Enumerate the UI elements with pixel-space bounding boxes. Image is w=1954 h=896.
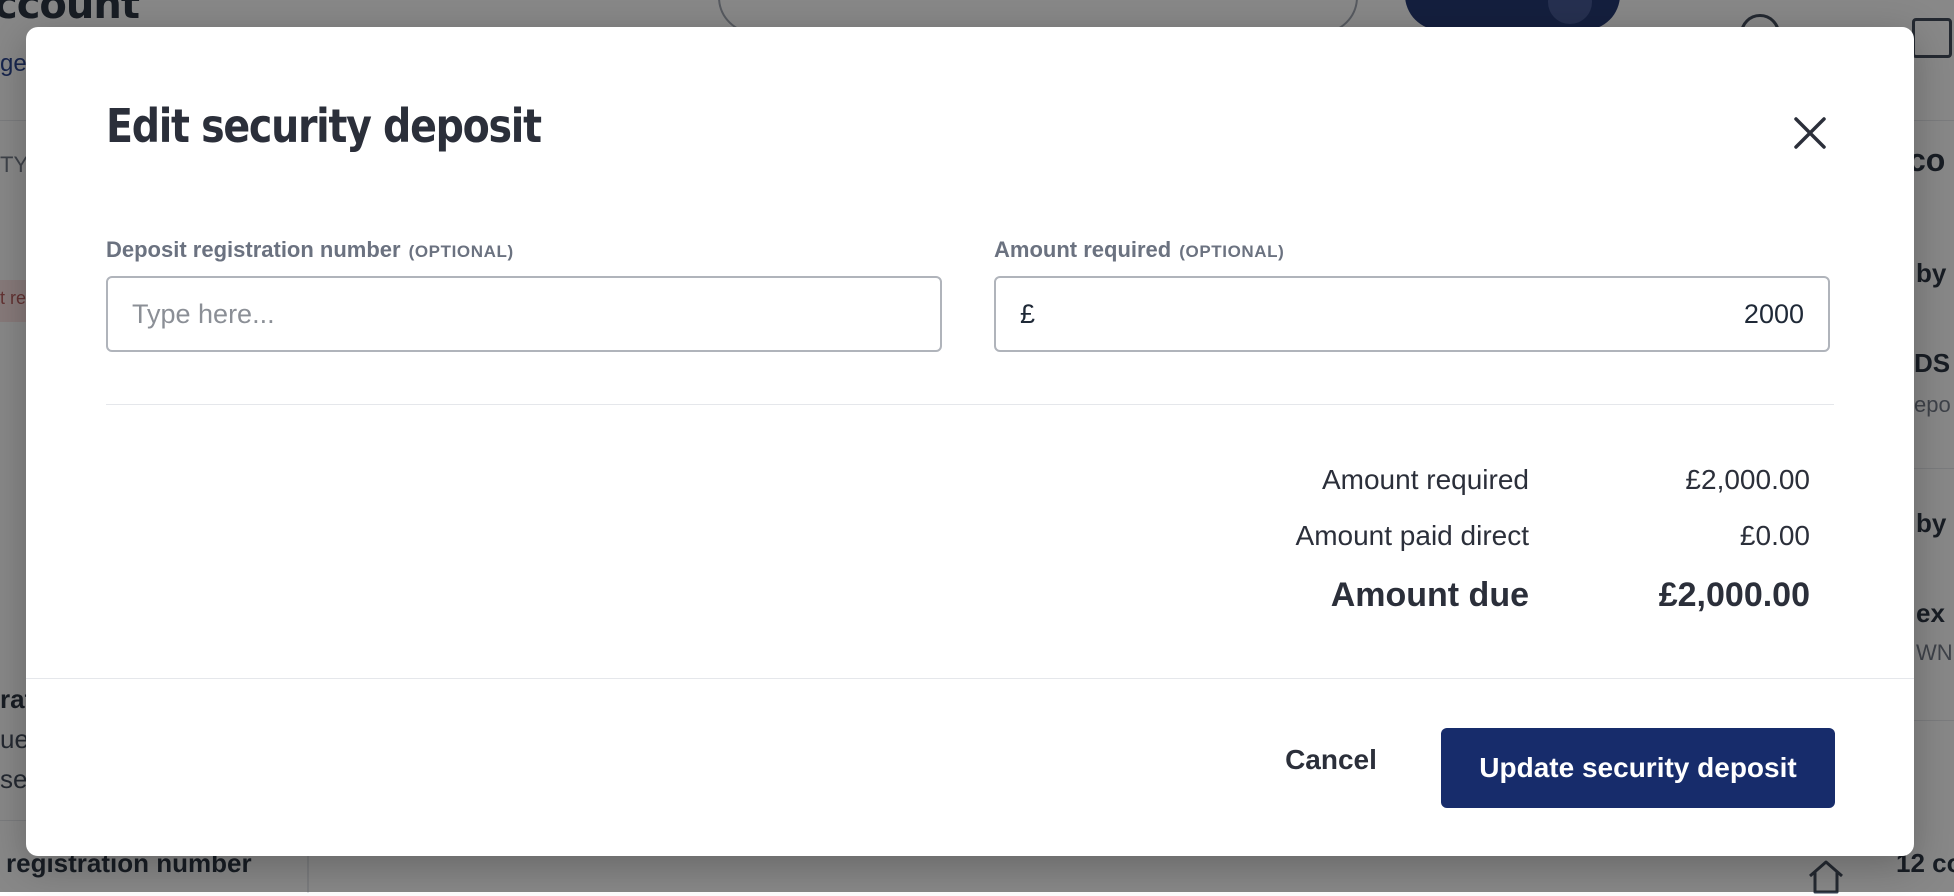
summary-required-label: Amount required — [1321, 464, 1529, 495]
amount-field-label: Amount required (OPTIONAL) — [994, 237, 1284, 263]
section-divider — [106, 404, 1834, 405]
modal-title: Edit security deposit — [106, 99, 542, 153]
edit-security-deposit-modal: Edit security deposit Deposit registrati… — [26, 27, 1914, 856]
summary-due-label: Amount due — [1330, 576, 1529, 614]
summary-required-value: £2,000.00 — [1685, 464, 1810, 495]
cancel-button[interactable]: Cancel — [1266, 727, 1396, 793]
optional-tag: (OPTIONAL) — [1179, 242, 1285, 261]
summary-paid-value: £0.00 — [1739, 520, 1810, 551]
summary-paid-label: Amount paid direct — [1295, 520, 1529, 551]
amount-input-wrapper: £ — [994, 276, 1830, 352]
update-security-deposit-button[interactable]: Update security deposit — [1441, 728, 1835, 808]
currency-symbol: £ — [1020, 299, 1036, 329]
registration-number-input[interactable] — [108, 278, 940, 350]
registration-field-label: Deposit registration number (OPTIONAL) — [106, 237, 514, 263]
amount-label-text: Amount required — [994, 237, 1172, 262]
footer-divider — [26, 678, 1914, 679]
amount-required-input[interactable] — [996, 278, 1828, 350]
summary-due-value: £2,000.00 — [1658, 576, 1810, 614]
optional-tag: (OPTIONAL) — [408, 242, 514, 261]
registration-input-wrapper — [106, 276, 942, 352]
close-icon — [1794, 117, 1826, 149]
close-button[interactable] — [1786, 109, 1834, 157]
registration-label-text: Deposit registration number — [106, 237, 401, 262]
